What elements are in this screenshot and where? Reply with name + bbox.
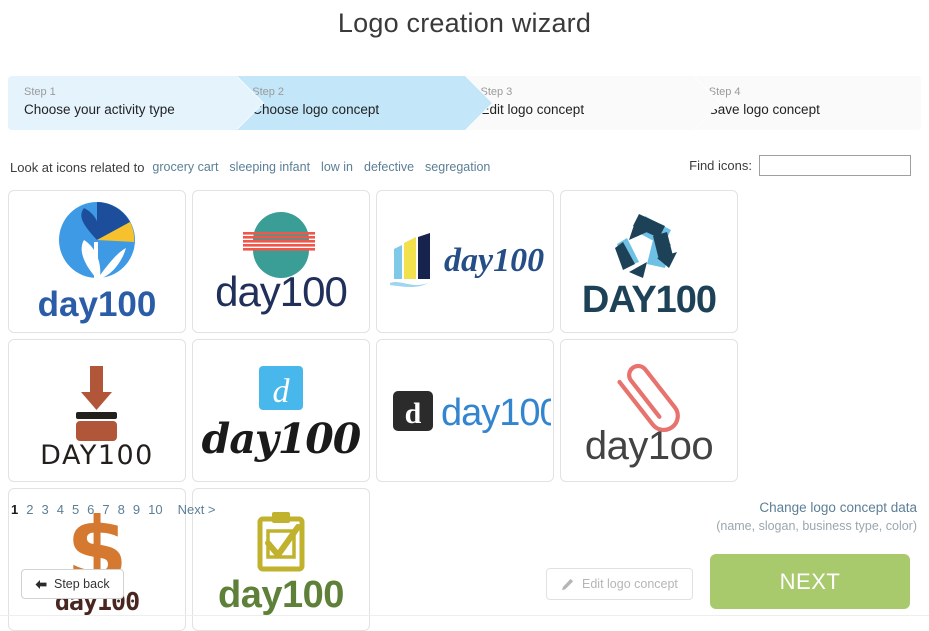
logo-text-0: day100: [38, 285, 157, 324]
logo-card-download-box[interactable]: DAY100: [8, 339, 186, 482]
page-link-3[interactable]: 3: [41, 502, 48, 517]
page-link-8[interactable]: 8: [118, 502, 125, 517]
logo-card-buildings[interactable]: day100: [376, 190, 554, 333]
step-back-button[interactable]: Step back: [21, 569, 124, 599]
logo-card-blue-tile-d[interactable]: d day100: [192, 339, 370, 482]
logo-card-clipboard[interactable]: day100: [192, 488, 370, 631]
logo-text-4: DAY100: [40, 440, 154, 471]
step-3-chevron-icon: [692, 76, 720, 130]
dark-tile-d-icon: d day100: [393, 390, 551, 434]
step-4[interactable]: Step 4 Save logo concept: [692, 76, 921, 130]
related-tag-3[interactable]: defective: [364, 160, 414, 174]
blue-tile-d-icon: d day100: [202, 365, 363, 463]
logo-card-pie-leaf[interactable]: day100: [8, 190, 186, 333]
find-icons-label: Find icons:: [689, 158, 752, 173]
logo-card-paperclip[interactable]: day1oo: [560, 339, 738, 482]
change-logo-concept-data-link[interactable]: Change logo concept data: [716, 498, 917, 517]
recycle-icon: DAY100: [582, 213, 717, 321]
step-1[interactable]: Step 1 Choose your activity type: [8, 76, 265, 130]
step-2[interactable]: Step 2 Choose logo concept: [236, 76, 493, 130]
step-4-label: Save logo concept: [708, 102, 820, 117]
related-tag-2[interactable]: low in: [321, 160, 353, 174]
edit-logo-concept-label: Edit logo concept: [582, 577, 678, 591]
logo-card-recycle[interactable]: DAY100: [560, 190, 738, 333]
step-1-number: Step 1: [24, 86, 56, 98]
svg-text:d: d: [405, 397, 422, 430]
buildings-icon: day100: [390, 232, 544, 287]
logo-text-9: day100: [218, 574, 344, 616]
find-icons-group: Find icons:: [689, 155, 911, 176]
logo-text-1: day100: [215, 268, 347, 315]
step-4-number: Step 4: [708, 86, 741, 98]
related-tag-0[interactable]: grocery cart: [152, 160, 218, 174]
logo-text-5: day100: [202, 415, 362, 463]
logo-text-3: DAY100: [582, 279, 716, 321]
page-link-7[interactable]: 7: [102, 502, 109, 517]
teal-stripe-icon: day100: [215, 211, 348, 315]
page-link-2[interactable]: 2: [26, 502, 33, 517]
page-link-next[interactable]: Next >: [178, 502, 216, 517]
footer-divider: [0, 615, 929, 616]
step-1-label: Choose your activity type: [24, 102, 175, 117]
pencil-icon: [562, 578, 574, 590]
step-back-label: Step back: [54, 577, 110, 591]
related-label: Look at icons related to: [10, 159, 145, 175]
step-2-label: Choose logo concept: [252, 102, 380, 117]
step-3[interactable]: Step 3 Edit logo concept: [464, 76, 721, 130]
page-link-5[interactable]: 5: [72, 502, 79, 517]
pagination: 1 2 3 4 5 6 7 8 9 10 Next >: [11, 502, 216, 517]
edit-logo-concept-button[interactable]: Edit logo concept: [546, 568, 693, 600]
logo-card-dark-tile-d[interactable]: d day100: [376, 339, 554, 482]
change-logo-concept-data-sub: (name, slogan, business type, color): [716, 519, 917, 533]
search-input[interactable]: [759, 155, 911, 176]
page-link-6[interactable]: 6: [87, 502, 94, 517]
svg-text:d: d: [273, 373, 291, 410]
wizard-step-bar: Step 1 Choose your activity type Step 2 …: [8, 76, 921, 130]
arrow-left-icon: [35, 579, 47, 589]
related-tag-4[interactable]: segregation: [425, 160, 490, 174]
logo-text-6: day100: [441, 392, 551, 434]
page-link-9[interactable]: 9: [133, 502, 140, 517]
page-link-10[interactable]: 10: [148, 502, 162, 517]
related-icons-bar: Look at icons related to grocery cart sl…: [10, 155, 919, 179]
pie-leaf-icon: day100: [38, 201, 157, 324]
next-button[interactable]: NEXT: [710, 554, 910, 609]
paperclip-icon: day1oo: [585, 363, 714, 468]
page-link-4[interactable]: 4: [57, 502, 64, 517]
download-box-icon: DAY100: [40, 365, 154, 471]
change-logo-concept-data: Change logo concept data (name, slogan, …: [716, 498, 917, 535]
related-tag-1[interactable]: sleeping infant: [229, 160, 310, 174]
step-1-chevron-icon: [236, 76, 264, 130]
page-title: Logo creation wizard: [337, 8, 592, 38]
step-2-number: Step 2: [252, 86, 285, 98]
page-link-1[interactable]: 1: [11, 502, 18, 517]
clipboard-check-icon: day100: [218, 511, 344, 616]
step-3-label: Edit logo concept: [480, 102, 585, 117]
step-2-chevron-icon: [464, 76, 492, 130]
logo-text-2: day100: [444, 242, 544, 279]
logo-text-7: day1oo: [585, 424, 713, 468]
step-3-number: Step 3: [480, 86, 513, 98]
logo-card-teal-stripes[interactable]: day100: [192, 190, 370, 333]
